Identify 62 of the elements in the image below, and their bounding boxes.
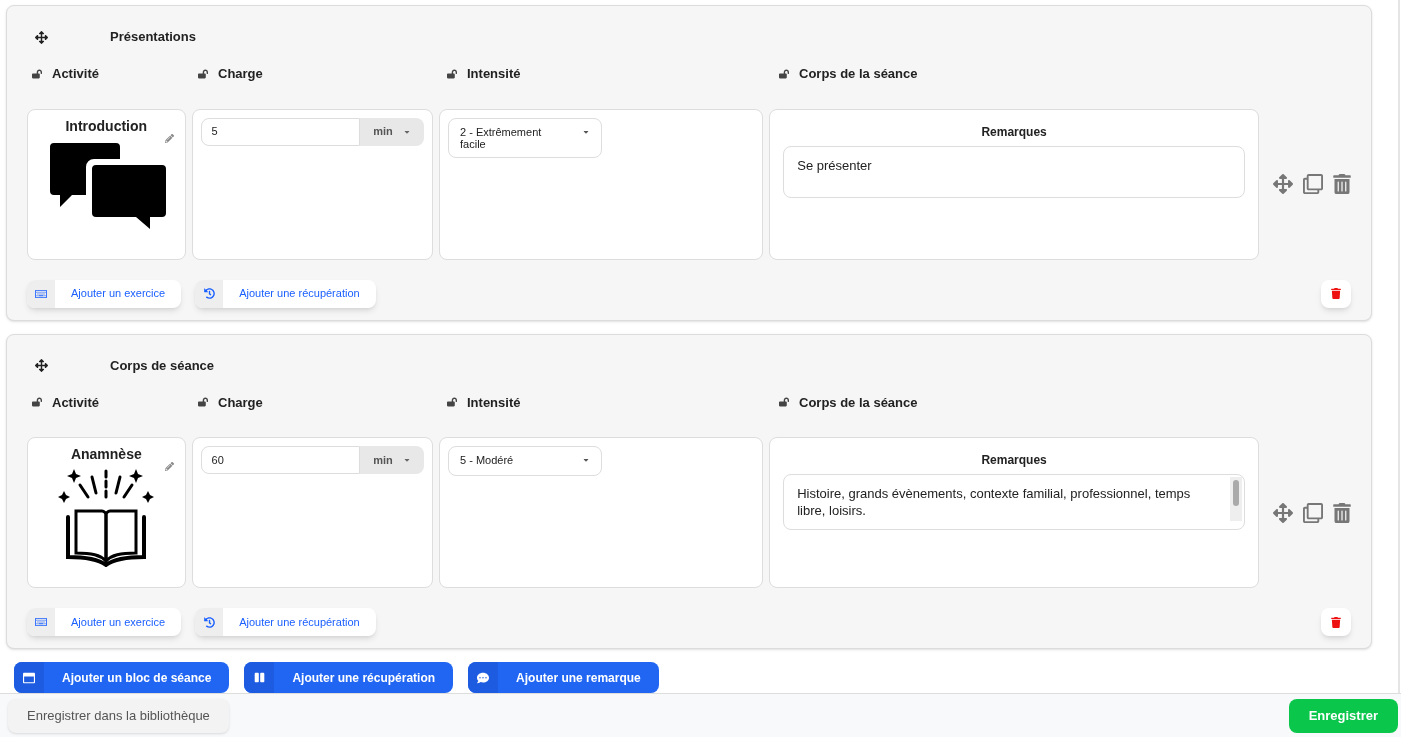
intensity-dropdown[interactable]: 2 - Extrêmement facile: [448, 117, 602, 158]
pause-icon: [253, 672, 265, 683]
block-title: Présentations: [110, 28, 196, 47]
padlock-icon[interactable]: [198, 68, 208, 79]
activity-name: Anamnèse: [70, 446, 142, 463]
trash-icon[interactable]: [1333, 174, 1351, 194]
trash-icon[interactable]: [1333, 502, 1351, 523]
padlock-icon[interactable]: [198, 397, 208, 408]
duplicate-icon[interactable]: [1303, 502, 1323, 523]
caret-icon: [402, 456, 411, 464]
activity-name: Introduction: [65, 117, 148, 135]
delete-block-button[interactable]: [1321, 608, 1351, 636]
add-recovery-button[interactable]: Ajouter une récupération: [195, 279, 376, 308]
charge-input[interactable]: 60: [200, 446, 360, 474]
block-title: Corps de séance: [110, 356, 215, 375]
padlock-icon[interactable]: [32, 397, 42, 408]
delete-block-button[interactable]: [1321, 279, 1351, 308]
column-header: Corps de la séance: [799, 65, 918, 83]
column-header: Charge: [218, 393, 263, 412]
add-remark-button[interactable]: Ajouter une remarque: [468, 662, 659, 693]
add-recovery-button[interactable]: Ajouter une récupération: [244, 662, 454, 693]
intensity-dropdown[interactable]: 5 - Modéré: [448, 446, 602, 476]
duplicate-icon[interactable]: [1303, 174, 1323, 194]
add-recovery-button[interactable]: Ajouter une récupération: [195, 608, 376, 636]
padlock-icon[interactable]: [447, 68, 457, 79]
padlock-icon[interactable]: [779, 397, 789, 408]
history-icon: [203, 288, 215, 299]
move-icon[interactable]: [35, 359, 48, 372]
move-icon[interactable]: [35, 30, 48, 44]
unit-dropdown[interactable]: min: [360, 117, 424, 146]
remarks-label: Remarques: [980, 452, 1048, 469]
column-header: Activité: [52, 65, 99, 83]
add-exercise-button[interactable]: Ajouter un exercice: [27, 279, 182, 308]
padlock-icon[interactable]: [32, 68, 42, 79]
charge-input[interactable]: 5: [200, 117, 360, 146]
padlock-icon[interactable]: [779, 68, 789, 79]
comment-icon: [477, 671, 490, 684]
column-header: Intensité: [467, 65, 521, 83]
unit-dropdown[interactable]: min: [360, 446, 424, 474]
edit-pencil-icon[interactable]: [164, 462, 174, 471]
activity-card[interactable]: Introduction: [27, 108, 186, 260]
save-to-library-button[interactable]: Enregistrer dans la bibliothèque: [8, 698, 229, 733]
trash-icon: [1331, 616, 1341, 628]
window-icon: [23, 671, 35, 684]
keyboard-icon: [35, 616, 47, 628]
history-icon: [203, 616, 215, 628]
column-header: Corps de la séance: [799, 393, 918, 412]
add-block-button[interactable]: Ajouter un bloc de séance: [14, 662, 230, 693]
add-exercise-button[interactable]: Ajouter un exercice: [27, 608, 182, 636]
remarks-field[interactable]: Histoire, grands évènements, contexte familial, professionnel, temps libre, loisirs.: [783, 474, 1245, 530]
keyboard-icon: [35, 287, 47, 300]
padlock-icon[interactable]: [447, 397, 457, 408]
edit-pencil-icon[interactable]: [164, 133, 174, 143]
activity-card[interactable]: Anamnèse: [27, 437, 186, 588]
column-header: Intensité: [467, 393, 521, 412]
caret-icon: [582, 456, 590, 464]
column-header: Charge: [218, 65, 263, 83]
column-header: Activité: [52, 393, 99, 412]
trash-icon: [1331, 288, 1341, 299]
remarks-label: Remarques: [980, 123, 1048, 141]
scrollbar[interactable]: [1230, 477, 1242, 521]
remarks-field[interactable]: Se présenter: [783, 145, 1245, 198]
